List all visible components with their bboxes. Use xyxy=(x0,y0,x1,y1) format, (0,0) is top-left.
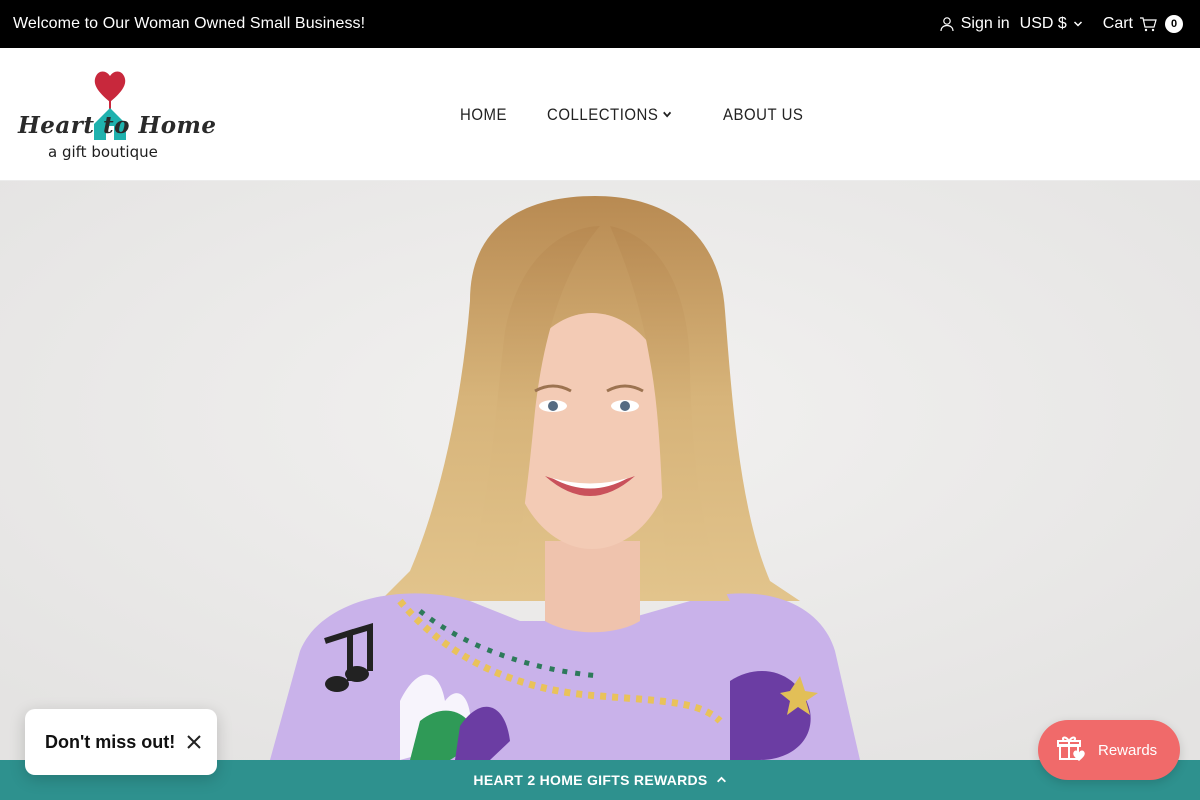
site-logo[interactable]: Heart to Home a gift boutique xyxy=(16,66,216,166)
site-header: Heart to Home a gift boutique HOME COLLE… xyxy=(0,48,1200,181)
nav-item-label: COLLECTIONS xyxy=(547,105,659,124)
announcement-text: Welcome to Our Woman Owned Small Busines… xyxy=(13,15,366,32)
user-icon xyxy=(939,16,955,32)
cart-count-badge: 0 xyxy=(1165,15,1183,33)
close-icon[interactable] xyxy=(187,735,201,749)
rewards-bar-label: HEART 2 HOME GIFTS REWARDS xyxy=(473,772,708,788)
nav-item-label: ABOUT US xyxy=(722,105,804,124)
cart-label: Cart xyxy=(1102,15,1133,32)
main-nav: HOME COLLECTIONS ABOUT US xyxy=(460,105,814,125)
sign-in-link[interactable]: Sign in xyxy=(939,15,1010,33)
logo-script-text: Heart to Home xyxy=(18,112,217,139)
nav-item-label: HOME xyxy=(460,105,507,124)
popup-text: Don't miss out! xyxy=(45,731,176,752)
dont-miss-out-popup[interactable]: Don't miss out! xyxy=(25,709,217,775)
cart-link[interactable]: Cart 0 xyxy=(1103,15,1183,33)
sign-in-label: Sign in xyxy=(960,15,1010,32)
account-tools: Sign in USD $ Cart 0 xyxy=(939,15,1183,33)
launcher-label: Rewards xyxy=(1098,741,1158,759)
logo-tagline: a gift boutique xyxy=(48,143,158,161)
chevron-down-icon xyxy=(1073,19,1083,29)
chevron-up-icon xyxy=(716,772,727,788)
currency-label: USD $ xyxy=(1019,15,1067,32)
announcement-bar: Welcome to Our Woman Owned Small Busines… xyxy=(0,0,1200,48)
rewards-launcher-button[interactable]: Rewards xyxy=(1038,720,1180,780)
cart-icon xyxy=(1139,16,1157,32)
chevron-down-icon xyxy=(662,105,672,125)
nav-item-collections[interactable]: COLLECTIONS xyxy=(547,105,672,125)
hero-photo xyxy=(0,181,1200,760)
hero-banner[interactable] xyxy=(0,181,1200,760)
gift-icon xyxy=(1056,733,1086,767)
nav-item-home[interactable]: HOME xyxy=(460,105,507,125)
nav-item-about[interactable]: ABOUT US xyxy=(723,105,803,125)
currency-selector[interactable]: USD $ xyxy=(1020,15,1083,33)
